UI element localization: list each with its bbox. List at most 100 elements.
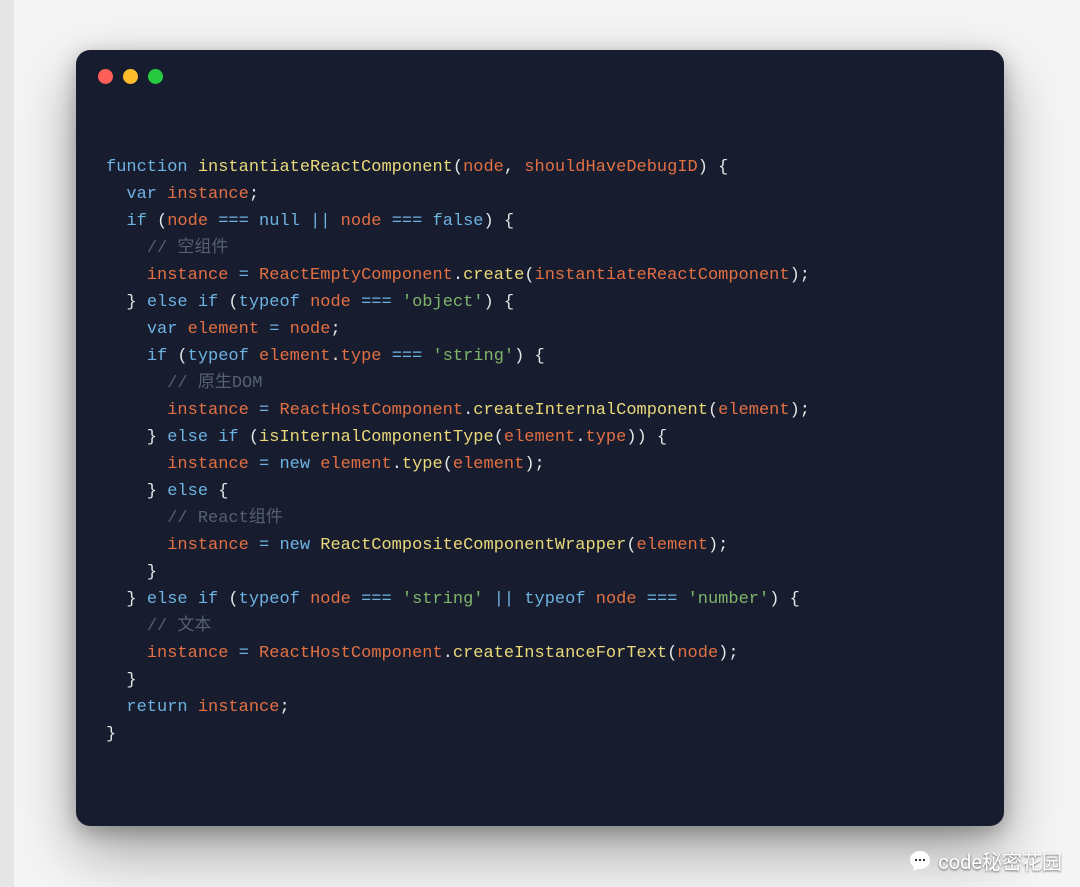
code-token: || (310, 212, 330, 231)
code-token: node (677, 644, 718, 663)
code-line: } else if (isInternalComponentType(eleme… (106, 424, 974, 451)
code-token: node (596, 590, 637, 609)
code-token: ); (718, 644, 738, 663)
code-line: if (typeof element.type === 'string') { (106, 343, 974, 370)
code-token: = (239, 266, 249, 285)
code-token: else (147, 293, 188, 312)
code-token: ( (443, 455, 453, 474)
code-token: { (208, 482, 228, 501)
code-token: ; (330, 320, 340, 339)
code-token (177, 320, 187, 339)
code-token (106, 239, 147, 258)
code-line: instance = ReactEmptyComponent.create(in… (106, 262, 974, 289)
code-line: } else if (typeof node === 'string' || t… (106, 586, 974, 613)
code-token (677, 590, 687, 609)
code-token: ) { (698, 158, 729, 177)
code-token: . (392, 455, 402, 474)
code-token: instance (167, 536, 249, 555)
code-token: typeof (239, 293, 300, 312)
code-token (381, 347, 391, 366)
code-token: instance (167, 455, 249, 474)
code-token: // 原生DOM (167, 374, 262, 393)
code-token: ( (494, 428, 504, 447)
close-dot[interactable] (98, 69, 113, 84)
code-token: element (453, 455, 524, 474)
code-token: type (586, 428, 627, 447)
code-token: } (106, 428, 167, 447)
code-token: if (218, 428, 238, 447)
code-token: 'string' (433, 347, 515, 366)
code-token (351, 590, 361, 609)
code-line: instance = new ReactCompositeComponentWr… (106, 532, 974, 559)
code-token (228, 644, 238, 663)
code-token: ReactHostComponent (259, 644, 443, 663)
code-token: . (443, 644, 453, 663)
code-token (106, 698, 126, 717)
code-token: // 空组件 (147, 239, 229, 258)
code-token (188, 590, 198, 609)
code-token: node (167, 212, 208, 231)
chat-bubble-icon (908, 849, 932, 873)
code-token: createInternalComponent (473, 401, 708, 420)
code-token: ); (790, 266, 810, 285)
code-token: false (433, 212, 484, 231)
code-token (249, 644, 259, 663)
watermark: code秘密花园 (908, 846, 1062, 875)
code-line: // 文本 (106, 613, 974, 640)
code-token: else (167, 428, 208, 447)
code-line: instance = new element.type(element); (106, 451, 974, 478)
code-token: } (106, 482, 167, 501)
code-token: )) { (626, 428, 667, 447)
watermark-text: code秘密花园 (938, 846, 1062, 875)
code-line: // React组件 (106, 505, 974, 532)
code-line: } else { (106, 478, 974, 505)
code-token: } (106, 563, 157, 582)
code-token: , (504, 158, 524, 177)
code-token: element (718, 401, 789, 420)
code-token (300, 590, 310, 609)
code-token: ( (239, 428, 259, 447)
code-token: type (402, 455, 443, 474)
code-token: } (106, 293, 147, 312)
code-line: } else if (typeof node === 'object') { (106, 289, 974, 316)
code-token (106, 212, 126, 231)
code-token (208, 212, 218, 231)
code-token: . (463, 401, 473, 420)
code-token (106, 536, 167, 555)
code-token: ( (708, 401, 718, 420)
code-token: instance (147, 644, 229, 663)
code-token: var (126, 185, 157, 204)
code-line: instance = ReactHostComponent.createInst… (106, 640, 974, 667)
code-token: new (279, 536, 310, 555)
code-token: === (392, 212, 423, 231)
code-token: === (392, 347, 423, 366)
code-token: shouldHaveDebugID (524, 158, 697, 177)
code-token: else (167, 482, 208, 501)
code-token (106, 509, 167, 528)
code-token (249, 347, 259, 366)
code-token: instance (147, 266, 229, 285)
code-token (106, 617, 147, 636)
code-token: instantiateReactComponent (535, 266, 790, 285)
code-token: = (259, 455, 269, 474)
code-line: return instance; (106, 694, 974, 721)
code-token: || (494, 590, 514, 609)
code-token (310, 455, 320, 474)
code-token: return (126, 698, 187, 717)
code-token: ) { (484, 212, 515, 231)
code-token: } (106, 725, 116, 744)
maximize-dot[interactable] (148, 69, 163, 84)
code-token: ( (218, 293, 238, 312)
code-token (259, 320, 269, 339)
code-token: if (198, 590, 218, 609)
page-left-edge (0, 0, 14, 887)
minimize-dot[interactable] (123, 69, 138, 84)
code-token (392, 590, 402, 609)
code-token: function (106, 158, 188, 177)
code-token: } (106, 590, 147, 609)
code-token: = (259, 536, 269, 555)
code-token: node (463, 158, 504, 177)
code-token: = (259, 401, 269, 420)
code-token: null (259, 212, 300, 231)
code-token: node (310, 590, 351, 609)
